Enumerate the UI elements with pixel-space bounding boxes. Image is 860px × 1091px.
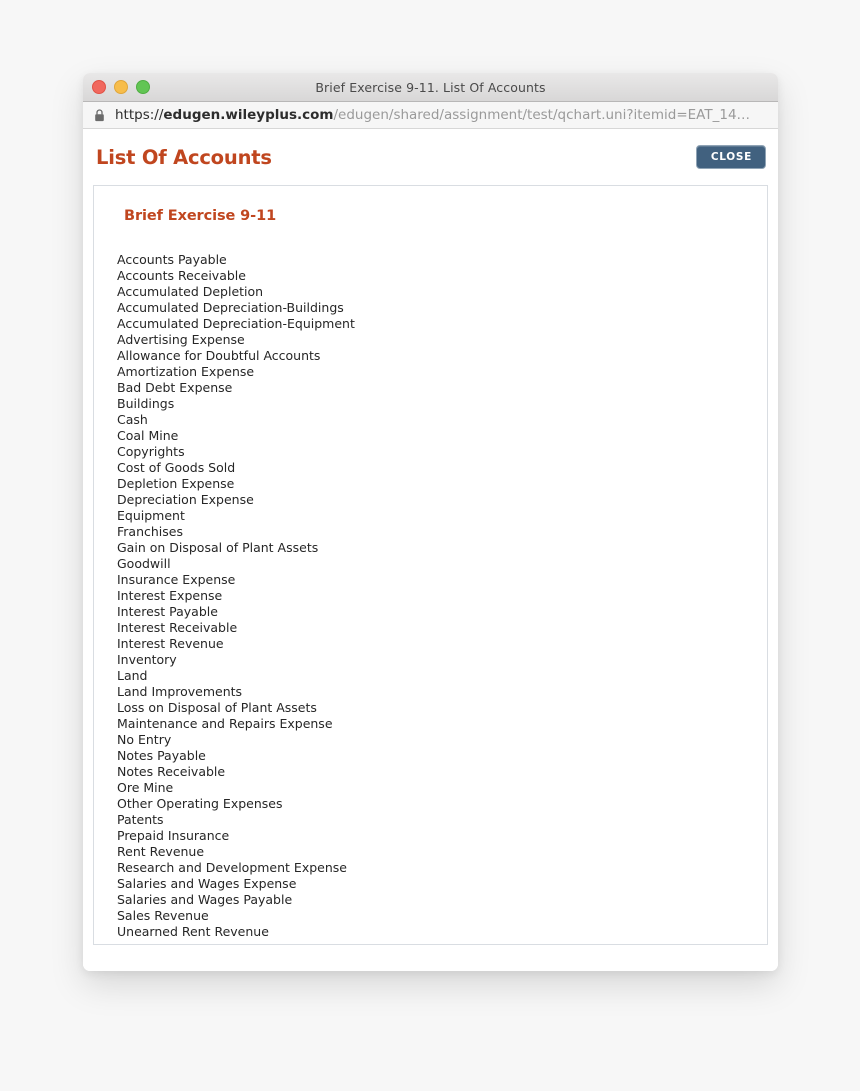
list-item: Insurance Expense: [117, 572, 236, 587]
list-item: Accumulated Depletion: [117, 284, 264, 299]
url-text: https://edugen.wileyplus.com/edugen/shar…: [115, 107, 750, 123]
list-item: Salaries and Wages Expense: [117, 876, 297, 891]
zoom-window-button[interactable]: [136, 80, 150, 94]
list-item: Bad Debt Expense: [117, 380, 233, 395]
list-item: Cost of Goods Sold: [117, 460, 236, 475]
list-item: Interest Receivable: [117, 620, 238, 635]
browser-window: Brief Exercise 9-11. List Of Accounts ht…: [83, 73, 778, 971]
url-path: /edugen/shared/assignment/test/qchart.un…: [333, 107, 751, 123]
list-item: Research and Development Expense: [117, 860, 347, 875]
page-title: List Of Accounts: [96, 145, 272, 169]
list-item: Maintenance and Repairs Expense: [117, 716, 333, 731]
list-item: Interest Expense: [117, 588, 223, 603]
list-item: Allowance for Doubtful Accounts: [117, 348, 321, 363]
list-item: Goodwill: [117, 556, 171, 571]
list-item: Accumulated Depreciation-Equipment: [117, 316, 355, 331]
list-item: Ore Mine: [117, 780, 174, 795]
close-button[interactable]: CLOSE: [695, 144, 766, 170]
list-item: Patents: [117, 812, 164, 827]
list-item: Gain on Disposal of Plant Assets: [117, 540, 319, 555]
accounts-panel: Brief Exercise 9-11 Accounts Payable Acco…: [93, 185, 768, 945]
url-scheme: https://: [115, 107, 164, 123]
list-item: Notes Receivable: [117, 764, 226, 779]
list-item: Accumulated Depreciation-Buildings: [117, 300, 344, 315]
list-item: Accounts Payable: [117, 252, 227, 267]
list-item: Cash: [117, 412, 148, 427]
list-item: Accounts Receivable: [117, 268, 246, 283]
list-item: Franchises: [117, 524, 183, 539]
exercise-title: Brief Exercise 9-11: [124, 208, 277, 224]
list-item: Interest Payable: [117, 604, 218, 619]
list-item: Land: [117, 668, 148, 683]
list-item: Advertising Expense: [117, 332, 245, 347]
page-header: List Of Accounts CLOSE: [93, 129, 768, 185]
list-item: Salaries and Wages Payable: [117, 892, 293, 907]
window-titlebar: Brief Exercise 9-11. List Of Accounts: [83, 73, 778, 102]
list-item: Equipment: [117, 508, 185, 523]
list-item: Rent Revenue: [117, 844, 205, 859]
list-item: Buildings: [117, 396, 175, 411]
list-item: Interest Revenue: [117, 636, 224, 651]
list-item: Prepaid Insurance: [117, 828, 230, 843]
lock-icon: [95, 108, 104, 121]
list-item: Amortization Expense: [117, 364, 255, 379]
list-item: Copyrights: [117, 444, 185, 459]
account-list: Accounts Payable Accounts Receivable Accum…: [114, 252, 747, 940]
list-item: Loss on Disposal of Plant Assets: [117, 700, 317, 715]
close-window-button[interactable]: [92, 80, 106, 94]
list-item: Sales Revenue: [117, 908, 209, 923]
url-bar[interactable]: https://edugen.wileyplus.com/edugen/shar…: [83, 102, 778, 129]
list-item: Inventory: [117, 652, 177, 667]
list-item: Land Improvements: [117, 684, 243, 699]
list-item: Other Operating Expenses: [117, 796, 283, 811]
list-item: No Entry: [117, 732, 172, 747]
list-item: Depreciation Expense: [117, 492, 254, 507]
list-item: Depletion Expense: [117, 476, 235, 491]
traffic-light-controls: [92, 80, 150, 94]
page-content: List Of Accounts CLOSE Brief Exercise 9-…: [83, 129, 778, 971]
window-title: Brief Exercise 9-11. List Of Accounts: [315, 79, 546, 95]
url-host: edugen.wileyplus.com: [163, 107, 334, 123]
list-item: Unearned Rent Revenue: [117, 924, 269, 939]
list-item: Notes Payable: [117, 748, 206, 763]
list-item: Coal Mine: [117, 428, 179, 443]
minimize-window-button[interactable]: [114, 80, 128, 94]
